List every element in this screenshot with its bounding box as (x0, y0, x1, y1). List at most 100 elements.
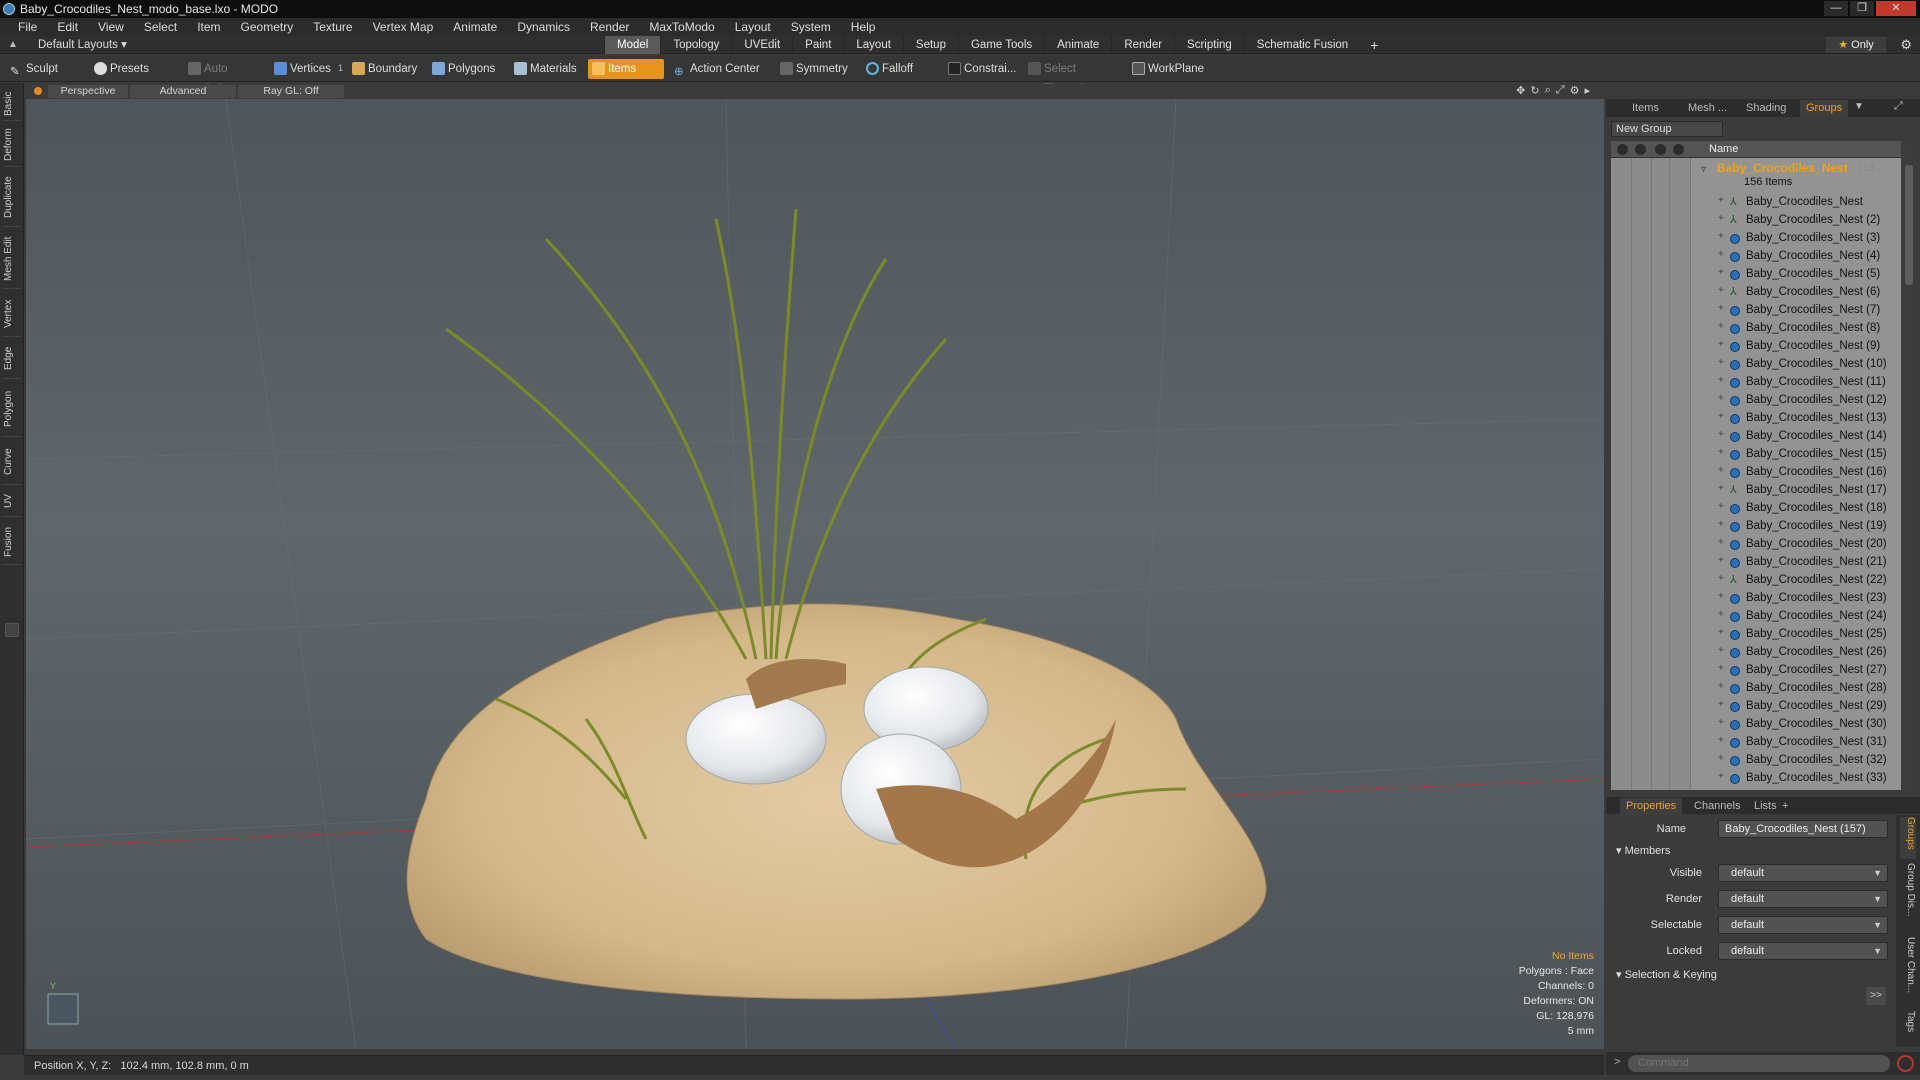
expand-icon[interactable]: + (1718, 411, 1724, 422)
expand-icon[interactable]: + (1718, 249, 1724, 260)
menu-file[interactable]: File (8, 18, 47, 36)
select-through-button[interactable]: Select Through (1024, 59, 1124, 95)
expand-icon[interactable]: + (1718, 735, 1724, 746)
tab-layout[interactable]: Layout (843, 36, 903, 54)
expand-icon[interactable]: + (1718, 483, 1724, 494)
minimize-button[interactable]: — (1824, 1, 1848, 16)
shading-button[interactable]: Advanced (130, 85, 236, 98)
list-item[interactable]: + Baby_Crocodiles_Nest (15) (1611, 446, 1901, 464)
expand-icon[interactable]: + (1718, 573, 1724, 584)
expand-icon[interactable]: + (1718, 195, 1724, 206)
action-center-button[interactable]: ⊕ Action Center (670, 59, 770, 79)
list-item[interactable]: + Baby_Crocodiles_Nest (24) (1611, 608, 1901, 626)
list-item[interactable]: + Baby_Crocodiles_Nest (2) (1611, 212, 1901, 230)
constraints-button[interactable]: Constrai... (944, 59, 1024, 79)
members-section[interactable]: ▾ Members (1616, 844, 1670, 857)
menu-edit[interactable]: Edit (47, 18, 88, 36)
list-item[interactable]: + Baby_Crocodiles_Nest (8) (1611, 320, 1901, 338)
expand-icon[interactable]: + (1718, 501, 1724, 512)
tab-render[interactable]: Render (1111, 36, 1174, 54)
list-item[interactable]: + Baby_Crocodiles_Nest (31) (1611, 734, 1901, 752)
tab-schematic-fusion[interactable]: Schematic Fusion (1243, 36, 1360, 54)
workplane-button[interactable]: WorkPlane (1128, 59, 1212, 79)
restore-button[interactable]: ❐ (1850, 1, 1874, 16)
selectable-select[interactable]: default ▼ (1718, 916, 1888, 934)
expand-icon[interactable]: + (1718, 303, 1724, 314)
vertices-button[interactable]: Vertices (270, 59, 340, 79)
name-column-header[interactable]: Name (1709, 143, 1738, 155)
expand-icon[interactable]: + (1718, 285, 1724, 296)
menu-system[interactable]: System (781, 18, 841, 36)
default-layouts-dropdown[interactable]: Default Layouts ▾ (38, 37, 127, 53)
tab-game-tools[interactable]: Game Tools (957, 36, 1044, 54)
symmetry-button[interactable]: Symmetry (776, 59, 856, 79)
tab-menu-icon[interactable]: ▼ (1854, 101, 1864, 112)
list-item[interactable]: + Baby_Crocodiles_Nest (16) (1611, 464, 1901, 482)
list-item[interactable]: + Baby_Crocodiles_Nest (19) (1611, 518, 1901, 536)
close-button[interactable]: ✕ (1876, 1, 1916, 16)
side-tab-tags[interactable]: Tags (1900, 1011, 1916, 1043)
expand-icon[interactable]: + (1718, 627, 1724, 638)
render-icon[interactable] (1635, 144, 1646, 155)
left-tab-deform[interactable]: Deform (3, 123, 21, 167)
tab-mesh[interactable]: Mesh ... (1682, 100, 1733, 117)
list-item[interactable]: + Baby_Crocodiles_Nest (9) (1611, 338, 1901, 356)
tab-groups[interactable]: Groups (1800, 100, 1849, 117)
list-item[interactable]: + Baby_Crocodiles_Nest (18) (1611, 500, 1901, 518)
tab-channels[interactable]: Channels (1688, 798, 1746, 815)
expand-icon[interactable]: + (1718, 393, 1724, 404)
list-item[interactable]: + Baby_Crocodiles_Nest (7) (1611, 302, 1901, 320)
expand-icon[interactable]: + (1718, 681, 1724, 692)
left-tab-vertex[interactable]: Vertex (3, 291, 21, 337)
falloff-button[interactable]: Falloff (862, 59, 934, 79)
menu-select[interactable]: Select (134, 18, 187, 36)
list-item[interactable]: + Baby_Crocodiles_Nest (23) (1611, 590, 1901, 608)
expand-icon[interactable]: ⤢ (1894, 100, 1903, 113)
tab-add[interactable]: + (1776, 798, 1794, 815)
expand-icon[interactable]: + (1718, 717, 1724, 728)
tab-model[interactable]: Model (604, 36, 661, 54)
sculpt-button[interactable]: ✎ Sculpt (6, 59, 86, 79)
list-item[interactable]: + Baby_Crocodiles_Nest (28) (1611, 680, 1901, 698)
tab-topology[interactable]: Topology (660, 36, 731, 54)
expand-icon[interactable]: + (1718, 465, 1724, 476)
render-select[interactable]: default ▼ (1718, 890, 1888, 908)
left-tab-basic[interactable]: Basic (3, 87, 21, 121)
list-item[interactable]: + Baby_Crocodiles_Nest (13) (1611, 410, 1901, 428)
boundary-button[interactable]: Boundary (348, 59, 428, 79)
expand-icon[interactable]: + (1718, 663, 1724, 674)
visible-select[interactable]: default ▼ (1718, 864, 1888, 882)
list-item[interactable]: + Baby_Crocodiles_Nest (33) (1611, 770, 1901, 788)
new-group-button[interactable]: New Group (1611, 121, 1723, 137)
left-tab-polygon[interactable]: Polygon (3, 381, 21, 437)
list-item[interactable]: + Baby_Crocodiles_Nest (12) (1611, 392, 1901, 410)
tab-shading[interactable]: Shading (1740, 100, 1792, 117)
list-item[interactable]: + Baby_Crocodiles_Nest (22) (1611, 572, 1901, 590)
expand-icon[interactable]: + (1718, 645, 1724, 656)
list-item[interactable]: + Baby_Crocodiles_Nest (17) (1611, 482, 1901, 500)
list-item[interactable]: + Baby_Crocodiles_Nest (29) (1611, 698, 1901, 716)
add-tab-button[interactable]: + (1360, 36, 1388, 54)
list-item[interactable]: + Baby_Crocodiles_Nest (20) (1611, 536, 1901, 554)
expand-icon[interactable]: + (1718, 753, 1724, 764)
list-item[interactable]: + Baby_Crocodiles_Nest (4) (1611, 248, 1901, 266)
groups-item-list[interactable]: ▿ Baby_Crocodiles_Nest (15 ... 156 Items… (1611, 158, 1901, 790)
expand-icon[interactable]: + (1718, 321, 1724, 332)
side-tab-group-display[interactable]: Group Dis... (1900, 863, 1916, 933)
viewport-gear-icon[interactable]: ⚙ (1570, 84, 1580, 97)
presets-button[interactable]: Presets (90, 59, 170, 79)
list-item[interactable]: + Baby_Crocodiles_Nest (27) (1611, 662, 1901, 680)
auto-select-button[interactable]: Auto Select (184, 59, 264, 95)
menu-render[interactable]: Render (580, 18, 639, 36)
menu-layout[interactable]: Layout (725, 18, 781, 36)
name-field[interactable]: Baby_Crocodiles_Nest (157) (1718, 820, 1888, 838)
left-tab-fusion[interactable]: Fusion (3, 519, 21, 565)
list-item[interactable]: + Baby_Crocodiles_Nest (5) (1611, 266, 1901, 284)
expand-icon[interactable]: + (1718, 375, 1724, 386)
selection-keying-section[interactable]: ▾ Selection & Keying (1616, 968, 1717, 981)
collapse-group-icon[interactable]: ▿ (1701, 164, 1706, 175)
viewport-options-icon[interactable] (34, 87, 42, 95)
expand-icon[interactable]: + (1718, 213, 1724, 224)
menu-texture[interactable]: Texture (303, 18, 362, 36)
scrollbar-thumb[interactable] (1905, 165, 1913, 285)
